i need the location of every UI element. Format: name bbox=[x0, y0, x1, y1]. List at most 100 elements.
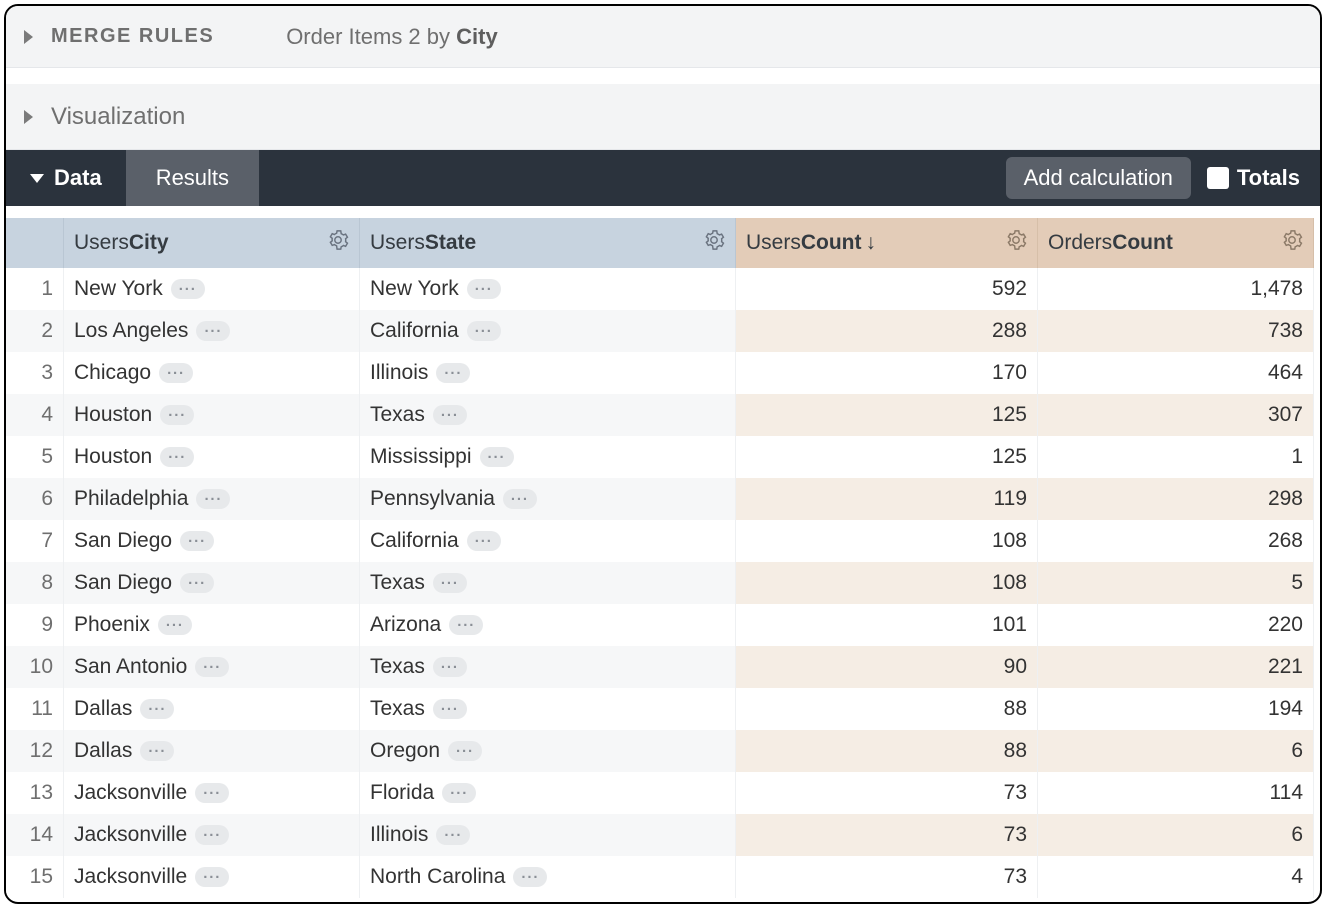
column-header-count[interactable]: Users Count↓ bbox=[736, 218, 1038, 268]
cell-actions-icon[interactable]: ··· bbox=[513, 867, 547, 887]
cell-users-count[interactable]: 108 bbox=[736, 562, 1038, 604]
cell-actions-icon[interactable]: ··· bbox=[140, 741, 174, 761]
cell-orders-count[interactable]: 4 bbox=[1038, 856, 1314, 898]
cell-state[interactable]: California··· bbox=[360, 310, 736, 352]
cell-city[interactable]: Chicago··· bbox=[64, 352, 360, 394]
column-header-city[interactable]: Users City bbox=[64, 218, 360, 268]
totals-toggle[interactable]: Totals bbox=[1207, 165, 1300, 191]
cell-actions-icon[interactable]: ··· bbox=[467, 531, 501, 551]
cell-city[interactable]: San Antonio··· bbox=[64, 646, 360, 688]
cell-state[interactable]: Florida··· bbox=[360, 772, 736, 814]
cell-actions-icon[interactable]: ··· bbox=[195, 783, 229, 803]
cell-actions-icon[interactable]: ··· bbox=[467, 321, 501, 341]
cell-users-count[interactable]: 125 bbox=[736, 394, 1038, 436]
cell-users-count[interactable]: 73 bbox=[736, 814, 1038, 856]
cell-city[interactable]: Dallas··· bbox=[64, 730, 360, 772]
cell-actions-icon[interactable]: ··· bbox=[180, 573, 214, 593]
totals-checkbox[interactable] bbox=[1207, 167, 1229, 189]
cell-state[interactable]: Illinois··· bbox=[360, 814, 736, 856]
gear-icon[interactable] bbox=[1281, 229, 1303, 257]
cell-users-count[interactable]: 73 bbox=[736, 856, 1038, 898]
cell-state[interactable]: Texas··· bbox=[360, 688, 736, 730]
column-header-state[interactable]: Users State bbox=[360, 218, 736, 268]
cell-city[interactable]: Dallas··· bbox=[64, 688, 360, 730]
cell-orders-count[interactable]: 220 bbox=[1038, 604, 1314, 646]
cell-users-count[interactable]: 592 bbox=[736, 268, 1038, 310]
cell-actions-icon[interactable]: ··· bbox=[158, 615, 192, 635]
visualization-panel[interactable]: Visualization bbox=[6, 84, 1320, 150]
cell-actions-icon[interactable]: ··· bbox=[196, 321, 230, 341]
cell-actions-icon[interactable]: ··· bbox=[449, 615, 483, 635]
cell-city[interactable]: Los Angeles··· bbox=[64, 310, 360, 352]
cell-orders-count[interactable]: 5 bbox=[1038, 562, 1314, 604]
cell-orders-count[interactable]: 464 bbox=[1038, 352, 1314, 394]
cell-city[interactable]: Houston··· bbox=[64, 394, 360, 436]
cell-state[interactable]: Mississippi··· bbox=[360, 436, 736, 478]
cell-actions-icon[interactable]: ··· bbox=[448, 741, 482, 761]
cell-actions-icon[interactable]: ··· bbox=[195, 867, 229, 887]
cell-actions-icon[interactable]: ··· bbox=[480, 447, 514, 467]
cell-users-count[interactable]: 88 bbox=[736, 730, 1038, 772]
gear-icon[interactable] bbox=[1005, 229, 1027, 257]
cell-city[interactable]: New York··· bbox=[64, 268, 360, 310]
tab-data[interactable]: Data bbox=[6, 150, 126, 206]
cell-actions-icon[interactable]: ··· bbox=[436, 363, 470, 383]
cell-orders-count[interactable]: 268 bbox=[1038, 520, 1314, 562]
cell-users-count[interactable]: 73 bbox=[736, 772, 1038, 814]
cell-city[interactable]: Phoenix··· bbox=[64, 604, 360, 646]
cell-actions-icon[interactable]: ··· bbox=[433, 405, 467, 425]
cell-actions-icon[interactable]: ··· bbox=[159, 363, 193, 383]
cell-city[interactable]: Jacksonville··· bbox=[64, 814, 360, 856]
column-header-count[interactable]: Orders Count bbox=[1038, 218, 1314, 268]
gear-icon[interactable] bbox=[327, 229, 349, 257]
cell-state[interactable]: Illinois··· bbox=[360, 352, 736, 394]
cell-state[interactable]: Texas··· bbox=[360, 562, 736, 604]
cell-users-count[interactable]: 119 bbox=[736, 478, 1038, 520]
cell-city[interactable]: San Diego··· bbox=[64, 562, 360, 604]
gear-icon[interactable] bbox=[703, 229, 725, 257]
cell-orders-count[interactable]: 1 bbox=[1038, 436, 1314, 478]
cell-orders-count[interactable]: 307 bbox=[1038, 394, 1314, 436]
cell-actions-icon[interactable]: ··· bbox=[195, 825, 229, 845]
cell-actions-icon[interactable]: ··· bbox=[195, 657, 229, 677]
cell-actions-icon[interactable]: ··· bbox=[436, 825, 470, 845]
cell-actions-icon[interactable]: ··· bbox=[433, 573, 467, 593]
cell-users-count[interactable]: 108 bbox=[736, 520, 1038, 562]
cell-actions-icon[interactable]: ··· bbox=[180, 531, 214, 551]
cell-state[interactable]: California··· bbox=[360, 520, 736, 562]
cell-actions-icon[interactable]: ··· bbox=[160, 447, 194, 467]
cell-users-count[interactable]: 288 bbox=[736, 310, 1038, 352]
cell-actions-icon[interactable]: ··· bbox=[503, 489, 537, 509]
cell-state[interactable]: North Carolina··· bbox=[360, 856, 736, 898]
cell-users-count[interactable]: 88 bbox=[736, 688, 1038, 730]
cell-actions-icon[interactable]: ··· bbox=[171, 279, 205, 299]
cell-state[interactable]: Oregon··· bbox=[360, 730, 736, 772]
add-calculation-button[interactable]: Add calculation bbox=[1006, 157, 1191, 199]
cell-orders-count[interactable]: 6 bbox=[1038, 814, 1314, 856]
cell-orders-count[interactable]: 738 bbox=[1038, 310, 1314, 352]
merge-rules-panel[interactable]: MERGE RULES Order Items 2 by City bbox=[6, 6, 1320, 68]
cell-actions-icon[interactable]: ··· bbox=[433, 699, 467, 719]
cell-state[interactable]: Texas··· bbox=[360, 646, 736, 688]
cell-city[interactable]: San Diego··· bbox=[64, 520, 360, 562]
cell-users-count[interactable]: 125 bbox=[736, 436, 1038, 478]
cell-state[interactable]: Texas··· bbox=[360, 394, 736, 436]
cell-state[interactable]: Pennsylvania··· bbox=[360, 478, 736, 520]
cell-orders-count[interactable]: 1,478 bbox=[1038, 268, 1314, 310]
cell-actions-icon[interactable]: ··· bbox=[467, 279, 501, 299]
cell-state[interactable]: New York··· bbox=[360, 268, 736, 310]
cell-orders-count[interactable]: 6 bbox=[1038, 730, 1314, 772]
cell-users-count[interactable]: 101 bbox=[736, 604, 1038, 646]
cell-actions-icon[interactable]: ··· bbox=[442, 783, 476, 803]
cell-orders-count[interactable]: 194 bbox=[1038, 688, 1314, 730]
cell-orders-count[interactable]: 221 bbox=[1038, 646, 1314, 688]
cell-city[interactable]: Jacksonville··· bbox=[64, 856, 360, 898]
cell-actions-icon[interactable]: ··· bbox=[140, 699, 174, 719]
cell-orders-count[interactable]: 298 bbox=[1038, 478, 1314, 520]
cell-actions-icon[interactable]: ··· bbox=[160, 405, 194, 425]
cell-users-count[interactable]: 90 bbox=[736, 646, 1038, 688]
cell-actions-icon[interactable]: ··· bbox=[196, 489, 230, 509]
cell-state[interactable]: Arizona··· bbox=[360, 604, 736, 646]
cell-orders-count[interactable]: 114 bbox=[1038, 772, 1314, 814]
cell-city[interactable]: Houston··· bbox=[64, 436, 360, 478]
